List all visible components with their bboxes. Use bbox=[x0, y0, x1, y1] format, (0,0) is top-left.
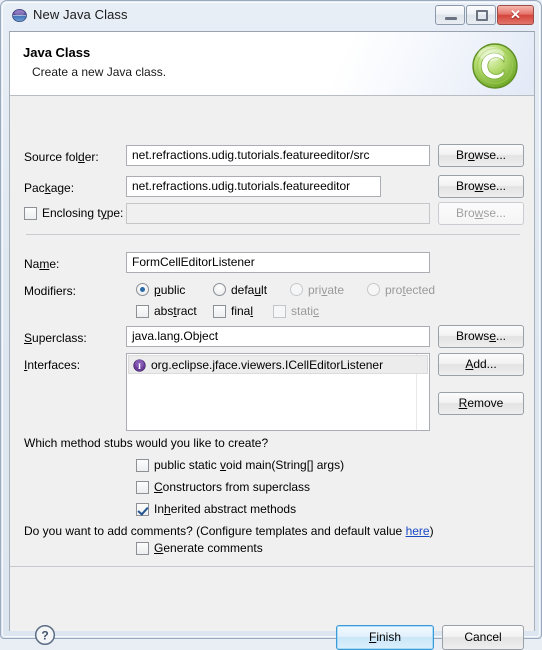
modifier-label-final: final bbox=[231, 304, 254, 318]
modifier-label-private: private bbox=[308, 283, 345, 297]
help-icon[interactable]: ? bbox=[34, 624, 56, 646]
modifier-label-protected: protected bbox=[385, 283, 436, 297]
wizard-body: Source folder: net.refractions.udig.tuto… bbox=[10, 96, 534, 566]
separator-1 bbox=[26, 234, 520, 235]
enclosing-type-checkbox[interactable] bbox=[24, 207, 37, 220]
modifier-checkbox-final[interactable] bbox=[213, 305, 226, 318]
list-item[interactable]: I org.eclipse.jface.viewers.ICellEditorL… bbox=[128, 355, 428, 374]
name-input[interactable]: FormCellEditorListener bbox=[126, 252, 430, 273]
dialog-client-area: Java Class Create a new Java class. Sour… bbox=[9, 31, 535, 650]
interfaces-remove-button[interactable]: Remove bbox=[438, 392, 524, 415]
dialog-footer bbox=[10, 566, 534, 631]
wizard-header: Java Class Create a new Java class. bbox=[10, 32, 534, 96]
modifier-radio-protected bbox=[367, 283, 380, 296]
modifier-label-default: default bbox=[231, 283, 268, 297]
modifier-checkbox-abstract[interactable] bbox=[136, 305, 149, 318]
list-item-label: org.eclipse.jface.viewers.ICellEditorLis… bbox=[151, 358, 384, 372]
comments-question-prefix: Do you want to add comments? (Configure … bbox=[24, 524, 406, 538]
generate-comments-checkbox[interactable] bbox=[136, 542, 149, 555]
minimize-button[interactable] bbox=[435, 5, 465, 25]
modifier-label-abstract: abstract bbox=[154, 304, 197, 318]
stub-label-constructors: Constructors from superclass bbox=[154, 480, 311, 494]
modifier-checkbox-static bbox=[273, 305, 286, 318]
comments-question-suffix: ) bbox=[429, 524, 434, 538]
svg-text:?: ? bbox=[41, 629, 48, 643]
superclass-browse-button[interactable]: Browse... bbox=[438, 325, 524, 348]
interface-icon: I bbox=[133, 359, 146, 372]
configure-templates-link[interactable]: here bbox=[406, 524, 430, 538]
package-browse-button[interactable]: Browse... bbox=[438, 175, 524, 198]
cancel-button[interactable]: Cancel bbox=[442, 625, 524, 650]
title-bar: New Java Class ✕ bbox=[1, 1, 542, 31]
superclass-label: Superclass: bbox=[24, 331, 87, 345]
stub-label-inherited: Inherited abstract methods bbox=[154, 502, 297, 516]
java-class-green-c-icon bbox=[469, 40, 521, 92]
stub-checkbox-inherited[interactable] bbox=[136, 503, 149, 516]
stub-label-main: public static void main(String[] args) bbox=[154, 458, 345, 472]
source-folder-input[interactable]: net.refractions.udig.tutorials.featureed… bbox=[126, 145, 430, 166]
finish-button[interactable]: Finish bbox=[336, 625, 434, 650]
window-title: New Java Class bbox=[33, 7, 128, 22]
source-folder-label: Source folder: bbox=[24, 150, 99, 164]
interfaces-list[interactable]: I org.eclipse.jface.viewers.ICellEditorL… bbox=[126, 353, 430, 431]
close-icon: ✕ bbox=[510, 7, 521, 22]
name-label: Name: bbox=[24, 257, 60, 271]
package-label: Package: bbox=[24, 181, 75, 195]
superclass-input[interactable]: java.lang.Object bbox=[126, 326, 430, 347]
restore-icon bbox=[476, 10, 488, 21]
modifier-radio-default[interactable] bbox=[213, 283, 226, 296]
modifier-label-public: public bbox=[154, 283, 186, 297]
stub-checkbox-main[interactable] bbox=[136, 459, 149, 472]
modifier-label-static: static bbox=[291, 304, 320, 318]
source-folder-browse-button[interactable]: Browse... bbox=[438, 144, 524, 167]
enclosing-type-input bbox=[126, 203, 430, 224]
stubs-question: Which method stubs would you like to cre… bbox=[24, 436, 269, 450]
close-button[interactable]: ✕ bbox=[497, 5, 534, 25]
maximize-button[interactable] bbox=[466, 5, 496, 25]
interfaces-add-button[interactable]: Add... bbox=[438, 353, 524, 376]
page-title: Java Class bbox=[23, 45, 91, 60]
minimize-icon bbox=[445, 17, 457, 20]
modifier-radio-private bbox=[290, 283, 303, 296]
comments-question: Do you want to add comments? (Configure … bbox=[24, 524, 434, 538]
stub-checkbox-constructors[interactable] bbox=[136, 481, 149, 494]
generate-comments-label: Generate comments bbox=[154, 541, 263, 555]
interfaces-label: Interfaces: bbox=[24, 358, 81, 372]
modifier-radio-public[interactable] bbox=[136, 283, 149, 296]
enclosing-type-browse-button: Browse... bbox=[438, 202, 524, 225]
enclosing-type-label: Enclosing type: bbox=[42, 206, 124, 220]
page-description: Create a new Java class. bbox=[32, 65, 167, 79]
dialog-window: New Java Class ✕ Java Class Create a new… bbox=[0, 0, 542, 650]
modifiers-label: Modifiers: bbox=[24, 284, 77, 298]
package-input[interactable]: net.refractions.udig.tutorials.featureed… bbox=[126, 176, 381, 197]
eclipse-globe-icon bbox=[12, 8, 27, 23]
